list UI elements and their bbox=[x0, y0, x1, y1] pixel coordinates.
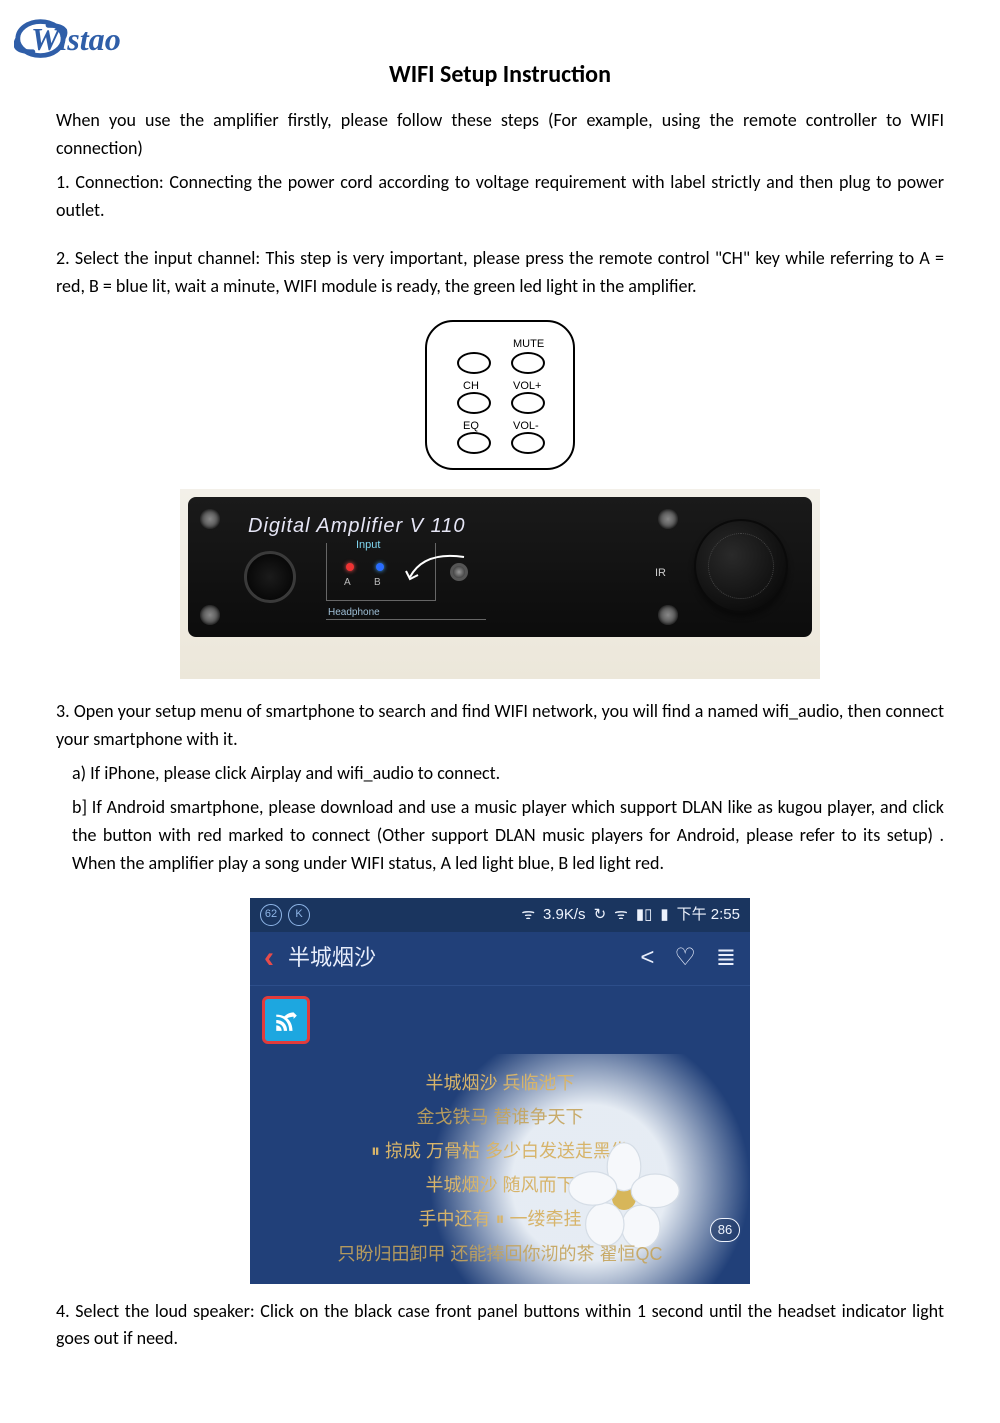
lyric-line: 半城烟沙 兵临池下 bbox=[250, 1066, 750, 1100]
amp-b-label: B bbox=[374, 575, 381, 591]
back-icon[interactable]: ‹ bbox=[264, 935, 274, 982]
step-3: 3. Open your setup menu of smartphone to… bbox=[56, 698, 944, 754]
amp-volume-knob bbox=[694, 519, 788, 613]
step-3a: a) If iPhone, please click Airplay and w… bbox=[56, 760, 944, 788]
data-rate-label: 3.9K/s bbox=[543, 903, 586, 926]
clock-label: 下午 2:55 bbox=[677, 903, 740, 926]
lyric-line: ⏸ 掠成 万骨枯 多少白发送走黑发 bbox=[250, 1134, 750, 1168]
phone-screenshot-figure: 62 K ᯤ 3.9K/s ↻ ᯤ ▮▯ ▮ 下午 2:55 ‹ 半城烟沙 < bbox=[250, 898, 750, 1284]
lyric-count-badge: 86 bbox=[710, 1218, 740, 1242]
remote-mute-button bbox=[511, 352, 545, 374]
step-2: 2. Select the input channel: This step i… bbox=[56, 245, 944, 301]
amplifier-device-figure: Digital Amplifier V 110 Input A B Headph… bbox=[188, 497, 812, 637]
wifi-icon: ᯤ bbox=[614, 903, 628, 926]
heart-icon[interactable]: ♡ bbox=[674, 939, 696, 976]
sync-icon: ↻ bbox=[594, 903, 607, 926]
status-k-icon: K bbox=[288, 904, 310, 926]
step-3b: b] If Android smartphone, please downloa… bbox=[56, 794, 944, 878]
remote-blank-button bbox=[457, 352, 491, 374]
wifi-icon: ᯤ bbox=[521, 903, 535, 926]
screw-icon bbox=[200, 509, 220, 529]
battery-icon: ▮ bbox=[660, 903, 668, 926]
share-icon[interactable]: < bbox=[640, 939, 654, 976]
amp-headphone-button bbox=[244, 551, 296, 603]
phone-statusbar: 62 K ᯤ 3.9K/s ↻ ᯤ ▮▯ ▮ 下午 2:55 bbox=[250, 898, 750, 932]
remote-ch-button bbox=[457, 392, 491, 414]
remote-volplus-button bbox=[511, 392, 545, 414]
dlna-cast-button[interactable] bbox=[262, 996, 310, 1044]
lyric-line: 半城烟沙 随风而下 bbox=[250, 1168, 750, 1202]
screw-icon bbox=[658, 509, 678, 529]
remote-mute-label: MUTE bbox=[513, 336, 544, 353]
amp-headphone-line bbox=[326, 619, 486, 620]
remote-eq-button bbox=[457, 432, 491, 454]
lyric-line: 只盼归田卸甲 还能捧回你沏的茶 翟恒QC bbox=[250, 1237, 750, 1271]
lyric-line: 手中还有 ⏸ 一缕牵挂 bbox=[250, 1202, 750, 1236]
step-4: 4. Select the loud speaker: Click on the… bbox=[56, 1298, 944, 1354]
svg-text:Wistao: Wistao bbox=[31, 21, 121, 57]
lyric-line: 金戈铁马 替谁争天下 bbox=[250, 1100, 750, 1134]
remote-volminus-button bbox=[511, 432, 545, 454]
phone-player-header: ‹ 半城烟沙 < ♡ ≣ bbox=[250, 932, 750, 986]
status-badge-icon: 62 bbox=[260, 904, 282, 926]
signal-icon: ▮▯ bbox=[636, 903, 653, 926]
intro-text: When you use the amplifier firstly, plea… bbox=[56, 107, 944, 163]
lyrics-panel: 半城烟沙 兵临池下 金戈铁马 替谁争天下 ⏸ 掠成 万骨枯 多少白发送走黑发 半… bbox=[250, 1054, 750, 1284]
amp-ir-label: IR bbox=[655, 565, 666, 582]
playlist-icon[interactable]: ≣ bbox=[716, 939, 736, 976]
step-1: 1. Connection: Connecting the power cord… bbox=[56, 169, 944, 225]
amp-a-label: A bbox=[344, 575, 351, 591]
screw-icon bbox=[658, 605, 678, 625]
song-title-label: 半城烟沙 bbox=[288, 941, 376, 975]
screw-icon bbox=[200, 605, 220, 625]
remote-control-figure: MUTE CH VOL+ EQ VOL- bbox=[425, 320, 575, 470]
